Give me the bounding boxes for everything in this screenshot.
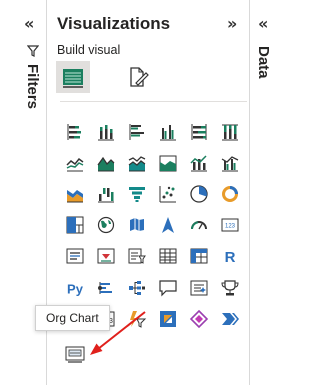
clustered-bar-chart-icon[interactable] <box>121 116 152 147</box>
svg-text:123: 123 <box>224 224 235 230</box>
chevrons-right-icon[interactable]: » <box>227 16 237 32</box>
ribbon-chart-icon[interactable] <box>59 178 90 209</box>
pane-title: Visualizations <box>57 14 171 33</box>
python-visual-icon[interactable]: Py <box>59 272 90 303</box>
chevrons-left-icon[interactable]: « <box>258 16 268 32</box>
funnel-icon <box>27 45 39 57</box>
filled-map-icon[interactable] <box>121 210 152 241</box>
line-chart-icon[interactable] <box>59 147 90 178</box>
clustered-column-chart-icon[interactable] <box>152 116 183 147</box>
svg-text:Py: Py <box>67 281 84 296</box>
card-icon[interactable]: 123 <box>214 210 245 241</box>
smart-narrative-icon[interactable] <box>183 272 214 303</box>
line-and-clustered-column-chart-icon[interactable] <box>214 147 245 178</box>
table-icon[interactable] <box>152 241 183 272</box>
build-visual-button[interactable] <box>56 61 90 93</box>
build-visual-icon <box>63 69 83 88</box>
waterfall-chart-icon[interactable] <box>90 178 121 209</box>
gauge-icon[interactable] <box>183 210 214 241</box>
matrix-icon[interactable] <box>183 241 214 272</box>
divider <box>60 101 247 102</box>
filters-label[interactable]: Filters <box>24 64 41 109</box>
scatter-chart-icon[interactable] <box>152 178 183 209</box>
visual-gallery: 123 R Py 23 <box>59 116 245 334</box>
org-chart-icon <box>65 346 84 363</box>
goals-icon[interactable] <box>214 272 245 303</box>
qa-icon[interactable] <box>152 272 183 303</box>
svg-text:R: R <box>224 249 235 266</box>
stacked-area-chart-icon[interactable] <box>121 147 152 178</box>
multi-row-card-icon[interactable] <box>59 241 90 272</box>
donut-chart-icon[interactable] <box>214 178 245 209</box>
map-icon[interactable] <box>90 210 121 241</box>
area-chart-icon[interactable] <box>90 147 121 178</box>
funnel-icon[interactable] <box>121 178 152 209</box>
tooltip: Org Chart <box>35 305 110 331</box>
decomposition-tree-icon[interactable] <box>121 272 152 303</box>
slicer-icon[interactable] <box>121 241 152 272</box>
org-chart-visual[interactable] <box>59 339 90 370</box>
kpi-icon[interactable] <box>90 241 121 272</box>
chevrons-left-icon[interactable]: « <box>24 16 34 32</box>
more-visuals-icon[interactable] <box>214 303 245 334</box>
line-and-stacked-column-chart-icon[interactable] <box>183 147 214 178</box>
build-visual-label: Build visual <box>57 43 121 57</box>
100-stacked-bar-chart-icon[interactable] <box>183 116 214 147</box>
100-stacked-column-chart-icon[interactable] <box>214 116 245 147</box>
format-visual-icon <box>130 67 149 87</box>
stacked-bar-chart-icon[interactable] <box>59 116 90 147</box>
pie-chart-icon[interactable] <box>183 178 214 209</box>
treemap-icon[interactable] <box>59 210 90 241</box>
custom-visual-icon[interactable] <box>152 303 183 334</box>
key-influencers-icon[interactable] <box>90 272 121 303</box>
100-stacked-area-chart-icon[interactable] <box>152 147 183 178</box>
power-automate-icon[interactable] <box>121 303 152 334</box>
azure-map-icon[interactable] <box>152 210 183 241</box>
data-pane: « Data <box>250 0 281 385</box>
stacked-column-chart-icon[interactable] <box>90 116 121 147</box>
format-visual-button[interactable] <box>121 61 155 93</box>
r-visual-icon[interactable]: R <box>214 241 245 272</box>
custom-visual-icon[interactable] <box>183 303 214 334</box>
data-label[interactable]: Data <box>255 46 272 79</box>
